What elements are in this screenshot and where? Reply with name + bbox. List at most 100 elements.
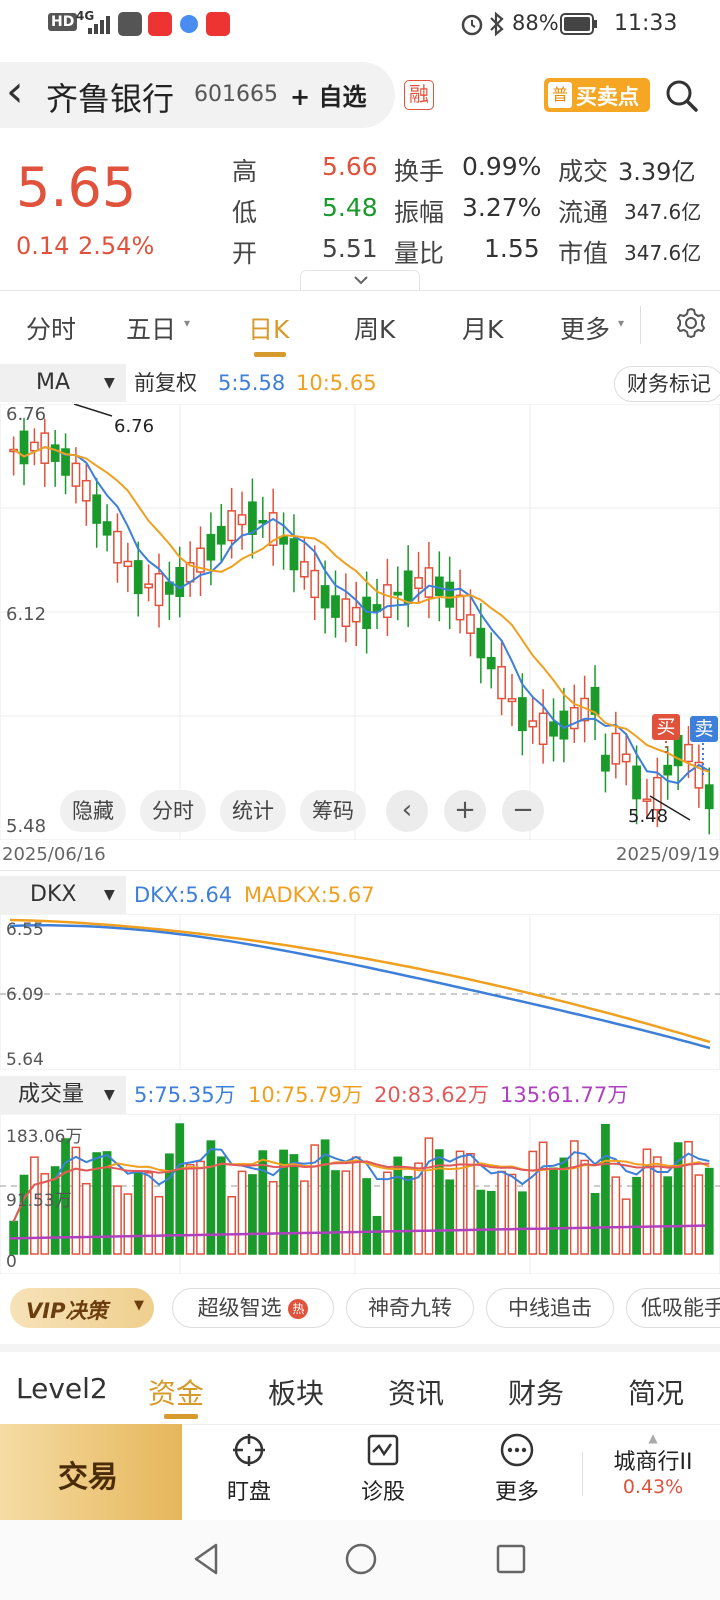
signal-icon (88, 16, 110, 34)
back-button[interactable]: ‹ (6, 66, 24, 118)
home-nav-icon[interactable] (344, 1542, 378, 1576)
gear-icon[interactable] (674, 306, 708, 340)
candle-body (684, 743, 693, 763)
candle-body (403, 570, 413, 604)
candle-body (71, 462, 81, 487)
candle-body (351, 606, 361, 623)
candle-body (175, 566, 185, 598)
expand-quote-button[interactable] (300, 270, 420, 290)
tab-weekly-k[interactable]: 周K (354, 310, 395, 346)
dkx-line (9, 924, 711, 1050)
tab-five-day[interactable]: 五日 (126, 310, 176, 346)
dkx-value: DKX:5.64 (134, 883, 233, 907)
tab-profile[interactable]: 简况 (628, 1372, 684, 1412)
volume-bar (528, 1150, 538, 1255)
app-icon-3 (206, 12, 230, 36)
five-day-dropdown-icon: ▾ (184, 316, 191, 330)
strategy-low-buy[interactable]: 低吸能手 (626, 1288, 720, 1328)
chevron-down-icon: ▼ (104, 887, 115, 903)
vip-decision-button[interactable]: VIP决策 ▼ (10, 1288, 154, 1328)
turnover-value: 0.99% (462, 152, 542, 181)
dkx-chart[interactable] (0, 914, 720, 1070)
finance-mark-button[interactable]: 财务标记 (614, 366, 720, 402)
volume-bar (517, 1191, 527, 1255)
dkx-y-top: 6.55 (6, 920, 44, 940)
chart-pulse-icon (367, 1434, 399, 1466)
trade-button[interactable]: 交易 (0, 1424, 182, 1520)
tab-funds[interactable]: 资金 (148, 1372, 204, 1412)
volratio-value: 1.55 (484, 234, 540, 263)
sell-signal-badge[interactable]: 卖 (690, 716, 718, 742)
chips-button[interactable]: 筹码 (300, 790, 366, 832)
strategy-midline-chase[interactable]: 中线追击 (486, 1288, 614, 1328)
search-icon[interactable] (664, 78, 700, 114)
candle-body (216, 525, 226, 545)
kline-high-mark: 6.76 (114, 416, 155, 437)
candle-body (476, 627, 486, 659)
nav-diagnose[interactable]: 诊股 (318, 1432, 448, 1506)
candle-body (590, 686, 600, 715)
volume-chart[interactable] (0, 1114, 720, 1274)
nav-more[interactable]: 更多 (452, 1432, 582, 1506)
tab-timeshare[interactable]: 分时 (26, 310, 76, 346)
hide-button[interactable]: 隐藏 (60, 790, 126, 832)
vol-y-top: 183.06万 (6, 1127, 83, 1147)
sector-quote[interactable]: ▲ 城商行II 0.43% (586, 1432, 720, 1498)
chevron-left-icon[interactable]: ‹ (386, 790, 428, 832)
stock-header: ‹ 齐鲁银行 601665 + 自选 (0, 62, 395, 128)
ma-selector[interactable]: MA ▼ (0, 364, 126, 402)
more-dropdown-icon: ▾ (618, 316, 625, 330)
tab-more[interactable]: 更多 (560, 310, 610, 346)
candle-body (507, 698, 517, 703)
volume-bar (466, 1152, 475, 1255)
volume-bar (123, 1193, 133, 1255)
volume-bar (455, 1150, 465, 1255)
tab-sector[interactable]: 板块 (268, 1372, 324, 1412)
strategy-super-pick[interactable]: 超级智选 热 (172, 1288, 334, 1328)
candle-body (144, 583, 153, 589)
volume-bar (476, 1189, 486, 1255)
volume-bar (569, 1140, 579, 1255)
tab-finance[interactable]: 财务 (508, 1372, 564, 1412)
kline-y-top: 6.76 (6, 404, 47, 425)
candle-body (81, 479, 91, 502)
tab-daily-k[interactable]: 日K (248, 310, 289, 346)
tab-news[interactable]: 资讯 (388, 1372, 444, 1412)
volume-bar (497, 1170, 506, 1255)
sector-pct: 0.43% (622, 1476, 684, 1498)
zoom-out-icon[interactable]: − (502, 790, 544, 832)
candle-body (611, 732, 621, 765)
volume-bar (403, 1175, 413, 1255)
tab-level2[interactable]: Level2 (16, 1372, 108, 1405)
add-watchlist-button[interactable]: + 自选 (290, 77, 366, 112)
volume-bar (196, 1160, 205, 1255)
volume-bar (268, 1181, 278, 1255)
candle-body (621, 753, 631, 763)
buy-signal-badge[interactable]: 买 (652, 714, 680, 740)
back-nav-icon[interactable] (190, 1542, 222, 1576)
stats-button[interactable]: 统计 (220, 790, 286, 832)
recents-nav-icon[interactable] (496, 1544, 526, 1574)
timeshare-button[interactable]: 分时 (140, 790, 206, 832)
kline-chart[interactable] (0, 404, 720, 840)
buysell-point-button[interactable]: 普 买卖点 (544, 78, 650, 112)
candle-body (299, 561, 309, 578)
stock-code: 601665 (194, 82, 278, 107)
dkx-selector[interactable]: DKX ▼ (0, 876, 126, 914)
high-marker-line (73, 404, 113, 417)
adjust-mode[interactable]: 前复权 (134, 364, 197, 402)
ma5-value: 5:5.58 (218, 371, 286, 395)
volume-selector[interactable]: 成交量 ▼ (0, 1076, 126, 1114)
amount-label: 成交 (558, 157, 609, 186)
candle-body (133, 560, 143, 595)
candle-body (154, 573, 164, 607)
nav-watch[interactable]: 盯盘 (184, 1432, 314, 1506)
more-dots-icon (500, 1433, 534, 1467)
candle-body (704, 784, 714, 810)
chevron-up-icon: ▲ (648, 1431, 658, 1445)
candle-body (258, 519, 268, 524)
strategy-magic-nine[interactable]: 神奇九转 (346, 1288, 474, 1328)
tab-monthly-k[interactable]: 月K (462, 310, 503, 346)
zoom-in-icon[interactable]: + (444, 790, 486, 832)
strategy-super-pick-label: 超级智选 (197, 1296, 282, 1320)
